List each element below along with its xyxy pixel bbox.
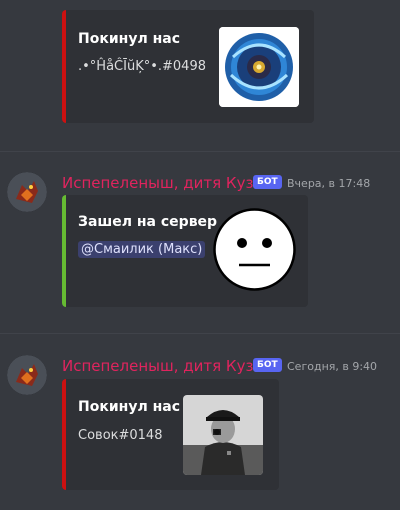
author-avatar[interactable] <box>7 355 47 395</box>
bot-tag: БОТ <box>253 358 282 372</box>
message-divider <box>0 333 400 334</box>
blue-orb-emblem-icon <box>219 27 299 107</box>
embed-color-bar <box>62 379 66 490</box>
embed-title: Покинул нас <box>78 31 180 47</box>
dragon-avatar-icon <box>7 172 47 212</box>
author-avatar[interactable] <box>7 172 47 212</box>
user-mention[interactable]: @Смаилик (Макс) <box>78 241 206 258</box>
leave-embed-1: Покинул нас .•°ĤåĈĪŭĶ°•.#0498 <box>62 10 314 123</box>
leave-embed-2: Покинул нас Совок#0148 <box>62 379 279 490</box>
bw-photo-soldier-icon <box>183 395 263 475</box>
embed-description: Совок#0148 <box>78 428 163 443</box>
embed-title: Зашел на сервер <box>78 214 218 230</box>
thumbnail-image[interactable] <box>212 207 297 292</box>
join-embed: Зашел на сервер @Смаилик (Макс) <box>62 195 308 307</box>
dragon-avatar-icon <box>7 355 47 395</box>
thumbnail-image[interactable] <box>219 27 299 107</box>
neutral-face-icon <box>213 208 296 291</box>
embed-color-bar <box>62 195 66 307</box>
embed-description: .•°ĤåĈĪŭĶ°•.#0498 <box>78 59 206 74</box>
author-name[interactable]: Испепеленыш, дитя Кузни <box>62 174 273 192</box>
bot-tag: БОТ <box>253 175 282 189</box>
embed-color-bar <box>62 10 66 123</box>
message-divider <box>0 151 400 152</box>
message-timestamp: Вчера, в 17:48 <box>287 177 371 190</box>
thumbnail-image[interactable] <box>183 395 263 475</box>
message-timestamp: Сегодня, в 9:40 <box>287 360 378 373</box>
embed-title: Покинул нас <box>78 399 180 415</box>
author-name[interactable]: Испепеленыш, дитя Кузни <box>62 357 273 375</box>
